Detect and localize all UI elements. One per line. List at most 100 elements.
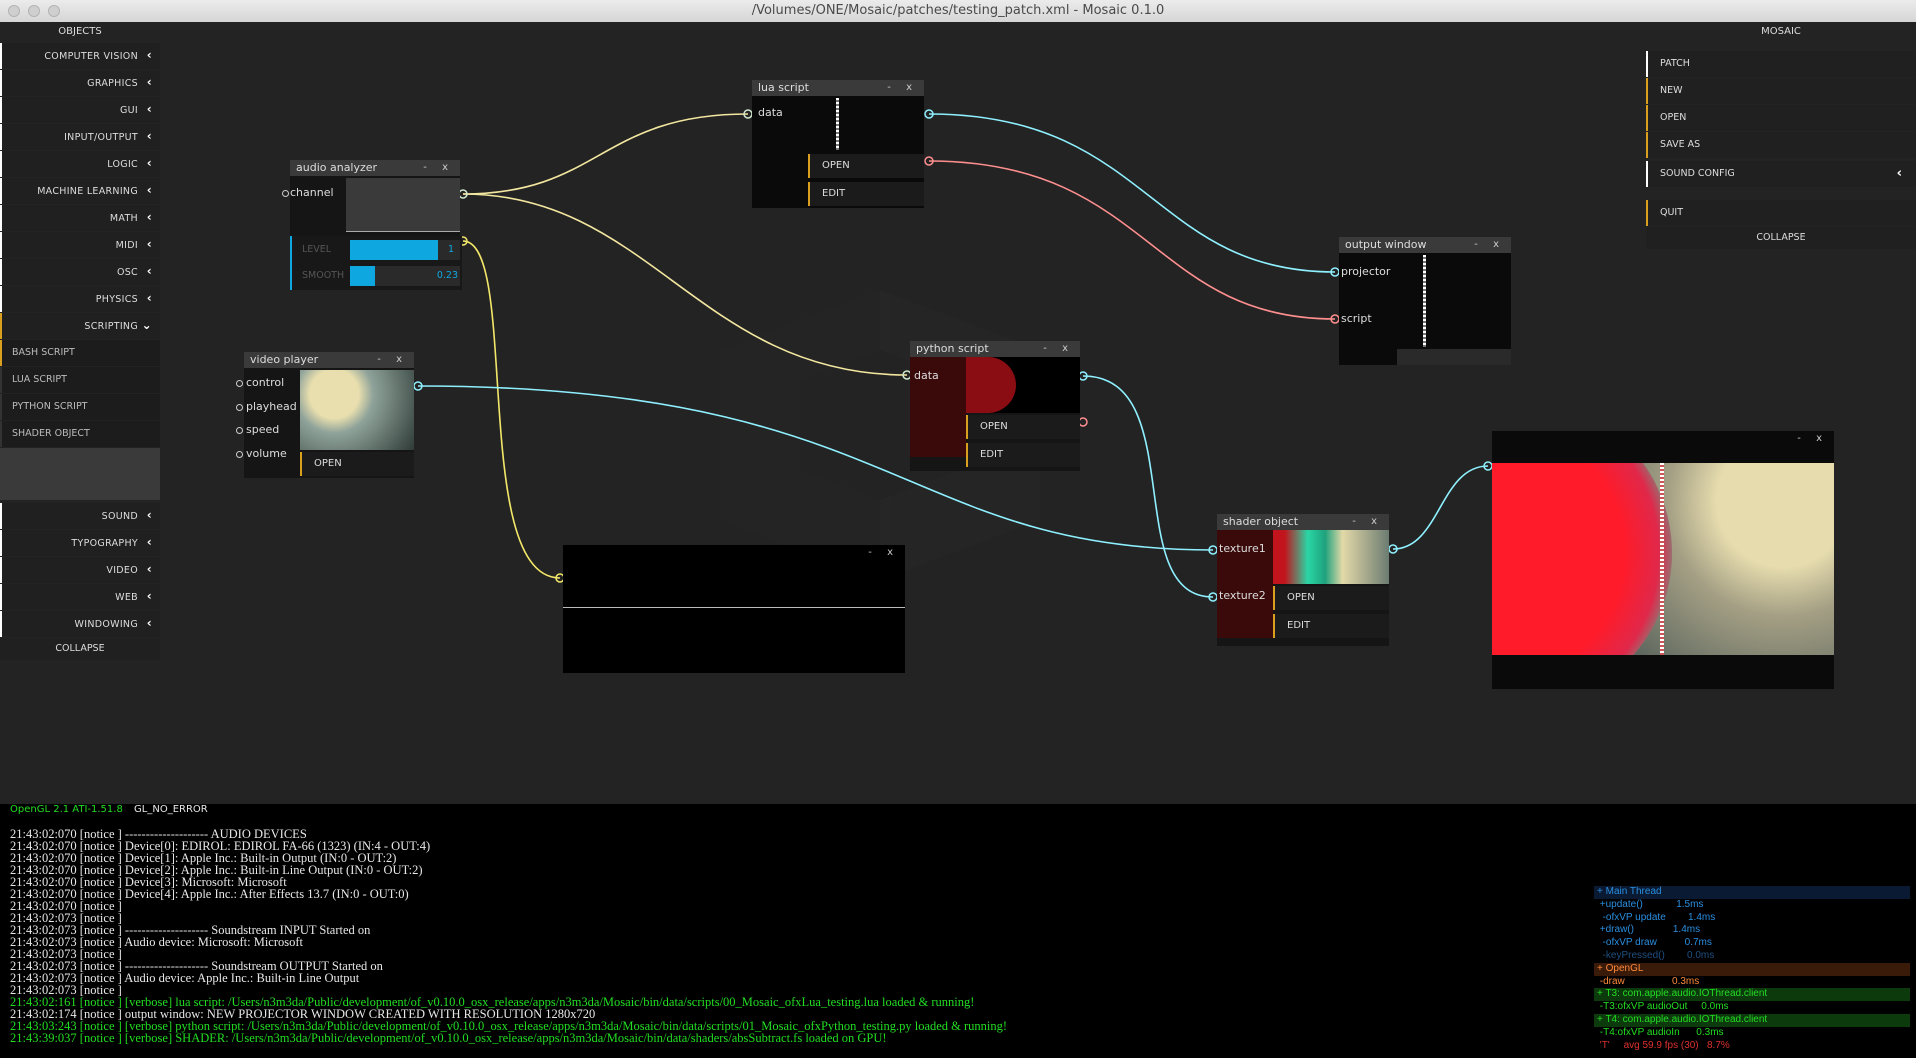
quit-button[interactable]: QUIT <box>1646 200 1916 226</box>
chevron-down-icon: ⌄ <box>141 318 152 332</box>
smooth-label: SMOOTH <box>302 270 345 281</box>
profiler-row[interactable]: +update() 1.5ms <box>1594 898 1910 912</box>
port-label-speed: speed <box>246 423 280 436</box>
cable-python-texture2 <box>1082 375 1214 598</box>
patch-label: PATCH <box>1646 51 1916 77</box>
node-python-script[interactable]: python script - x data OPEN EDIT <box>910 341 1080 471</box>
chevron-left-icon: ‹ <box>1896 166 1902 181</box>
category-midi[interactable]: MIDI ‹ <box>0 232 160 258</box>
profiler-row[interactable]: -T3:ofxVP audioOut 0.0ms <box>1594 1001 1910 1014</box>
category-math[interactable]: MATH ‹ <box>0 205 160 231</box>
category-web[interactable]: WEB ‹ <box>0 584 160 610</box>
lua-output-view <box>836 98 839 150</box>
shader-preview <box>1273 530 1389 584</box>
node-header[interactable]: shader object - x <box>1217 514 1389 530</box>
mosaic-collapse-button[interactable]: COLLAPSE <box>1646 227 1916 249</box>
level-slider[interactable]: 1 <box>350 240 460 260</box>
category-osc[interactable]: OSC ‹ <box>0 259 160 285</box>
profiler-row[interactable]: -keyPressed() 0.0ms <box>1594 949 1910 963</box>
object-bash-script[interactable]: BASH SCRIPT <box>0 340 160 366</box>
opengl-version: OpenGL 2.1 ATI-1.51.8 <box>10 804 123 815</box>
profiler-row[interactable]: -ofxVP update 1.4ms <box>1594 911 1910 925</box>
category-gui[interactable]: GUI ‹ <box>0 97 160 123</box>
node-header[interactable]: audio analyzer - x <box>290 160 460 176</box>
new-button[interactable]: NEW <box>1646 78 1916 104</box>
video-open-button[interactable]: OPEN <box>300 452 414 476</box>
node-audio-analyzer[interactable]: audio analyzer - x channel LEVEL 1 SMOOTH… <box>282 160 462 290</box>
profiler-row[interactable]: 'T' avg 59.9 fps (30) 8.7% <box>1594 1039 1910 1053</box>
node-shader-output-preview[interactable]: - x <box>1492 431 1834 689</box>
lua-edit-button[interactable]: EDIT <box>808 182 924 206</box>
cable-shader-out <box>1392 465 1489 550</box>
sound-config-button[interactable]: SOUND CONFIG ‹ <box>1646 161 1916 187</box>
object-lua-script[interactable]: LUA SCRIPT <box>0 367 160 393</box>
node-header[interactable]: lua script - x <box>752 80 924 96</box>
inlet-volume[interactable] <box>236 451 243 458</box>
node-shader-object[interactable]: shader object - x texture1 texture2 OPEN … <box>1217 514 1389 646</box>
shader-edit-button[interactable]: EDIT <box>1273 614 1389 638</box>
category-scripting[interactable]: SCRIPTING ⌄ <box>0 313 160 339</box>
log-line: 21:43:39:037 [notice ] [verbose] SHADER:… <box>10 1031 887 1045</box>
console-log: 21:43:02:070 [notice ] -----------------… <box>10 828 1007 1045</box>
port-label-texture2: texture2 <box>1219 589 1266 602</box>
inlet-playhead[interactable] <box>236 404 243 411</box>
profiler-row[interactable]: + T3: com.apple.audio.IOThread.client <box>1594 988 1910 1002</box>
node-video-player[interactable]: video player - x control playhead speed v… <box>236 352 414 478</box>
profiler-row[interactable]: + T4: com.apple.audio.IOThread.client <box>1594 1013 1910 1027</box>
objects-panel-title: OBJECTS <box>0 22 160 42</box>
objects-collapse-button[interactable]: COLLAPSE <box>0 638 160 660</box>
port-label-data: data <box>758 106 783 119</box>
profiler-row[interactable]: + OpenGL <box>1594 962 1910 976</box>
chevron-left-icon: ‹ <box>146 535 152 549</box>
smooth-slider[interactable]: 0.23 <box>350 266 460 286</box>
python-edit-button[interactable]: EDIT <box>966 443 1080 467</box>
node-lua-script[interactable]: lua script - x data OPEN EDIT <box>752 80 924 208</box>
node-controls: - x <box>1043 343 1074 354</box>
node-header[interactable]: python script - x <box>910 341 1080 357</box>
cable-audio-lua <box>462 113 749 195</box>
inlet-control[interactable] <box>236 380 243 387</box>
open-button[interactable]: OPEN <box>1646 105 1916 131</box>
smooth-value: 0.23 <box>436 270 458 281</box>
category-graphics[interactable]: GRAPHICS ‹ <box>0 70 160 96</box>
object-python-script[interactable]: PYTHON SCRIPT <box>0 394 160 420</box>
waveform-view <box>346 178 460 232</box>
node-controls: - x <box>1474 239 1505 250</box>
inlet-speed[interactable] <box>236 427 243 434</box>
lua-open-button[interactable]: OPEN <box>808 154 924 178</box>
port-label-volume: volume <box>246 447 287 460</box>
category-input-output[interactable]: INPUT/OUTPUT ‹ <box>0 124 160 150</box>
level-value: 1 <box>447 244 454 255</box>
node-waveform-scope[interactable]: - x <box>563 545 905 673</box>
inlet-channel[interactable] <box>282 190 289 197</box>
node-controls: - x <box>423 162 454 173</box>
chevron-left-icon: ‹ <box>146 562 152 576</box>
smooth-slider-fill <box>350 266 376 286</box>
profiler-row[interactable]: -draw 0.3ms <box>1594 975 1910 989</box>
category-logic[interactable]: LOGIC ‹ <box>0 151 160 177</box>
shader-open-button[interactable]: OPEN <box>1273 586 1389 610</box>
save-as-button[interactable]: SAVE AS <box>1646 132 1916 158</box>
chevron-left-icon: ‹ <box>146 291 152 305</box>
category-computer-vision[interactable]: COMPUTER VISION ‹ <box>0 43 160 69</box>
python-open-button[interactable]: OPEN <box>966 415 1080 439</box>
node-header[interactable]: output window - x <box>1339 237 1511 253</box>
node-controls: - x <box>1352 516 1383 527</box>
chevron-left-icon: ‹ <box>146 589 152 603</box>
category-typography[interactable]: TYPOGRAPHY ‹ <box>0 530 160 556</box>
category-physics[interactable]: PHYSICS ‹ <box>0 286 160 312</box>
profiler-row[interactable]: -T4:ofxVP audioIn 0.3ms <box>1594 1026 1910 1040</box>
node-header[interactable]: - x <box>1492 431 1834 444</box>
profiler-row[interactable]: + Main Thread <box>1594 886 1910 899</box>
category-sound[interactable]: SOUND ‹ <box>0 503 160 529</box>
node-header[interactable]: - x <box>563 545 905 561</box>
node-header[interactable]: video player - x <box>244 352 414 368</box>
profiler-row[interactable]: -ofxVP draw 0.7ms <box>1594 937 1910 950</box>
node-output-window[interactable]: output window - x projector script <box>1339 237 1511 365</box>
cable-audio-scope <box>462 240 561 579</box>
category-machine-learning[interactable]: MACHINE LEARNING ‹ <box>0 178 160 204</box>
object-shader-object[interactable]: SHADER OBJECT <box>0 421 160 447</box>
profiler-row[interactable]: +draw() 1.4ms <box>1594 924 1910 938</box>
category-video[interactable]: VIDEO ‹ <box>0 557 160 583</box>
category-windowing[interactable]: WINDOWING ‹ <box>0 611 160 637</box>
